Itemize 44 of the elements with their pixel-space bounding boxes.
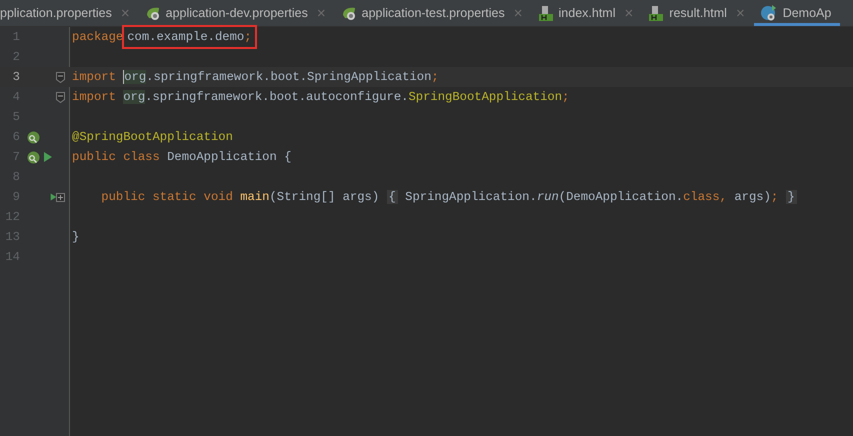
editor-tab[interactable]: application-dev.properties ×	[138, 0, 335, 26]
collapse-icon[interactable]	[56, 72, 64, 82]
leaf-icon	[144, 5, 161, 21]
expand-icon[interactable]	[56, 192, 64, 202]
bean-icon	[27, 130, 40, 144]
code-token: DemoApplication {	[167, 150, 292, 164]
html-file-icon	[648, 5, 664, 21]
code-token: ;	[431, 70, 439, 84]
code-token: ;	[562, 90, 570, 104]
code-token: SpringApplication.	[404, 190, 537, 204]
code-token: org	[123, 90, 146, 104]
leaf-icon	[340, 5, 357, 21]
spring-bean-icon	[27, 150, 40, 164]
editor-tab[interactable]: pplication.properties ×	[0, 0, 139, 26]
code-token: }	[72, 230, 80, 244]
code-token: main	[240, 190, 270, 204]
code-token: @SpringBootApplication	[72, 130, 233, 144]
code-token: (DemoApplication.	[558, 190, 684, 204]
code-token: (String[] args)	[269, 190, 380, 204]
code-token: public class	[72, 150, 161, 164]
code-token: ;	[770, 190, 780, 204]
run-icon[interactable]	[43, 151, 53, 163]
code-token: .springframework.boot.autoconfigure.	[145, 90, 408, 104]
code-token: com.example.demo;	[127, 30, 252, 44]
code-token: org	[123, 70, 146, 84]
code-token: }	[786, 190, 797, 204]
code-token: args)	[734, 190, 771, 204]
editor-tab[interactable]: application-test.properties ×	[334, 0, 532, 26]
editor-tab[interactable]: result.html ×	[642, 0, 754, 26]
code-token: public static void	[100, 190, 234, 204]
editor-tab[interactable]: index.html ×	[532, 0, 642, 26]
code-token: {	[386, 190, 398, 204]
class-icon	[760, 4, 778, 22]
code-token: run	[536, 190, 559, 204]
collapse-icon[interactable]	[56, 92, 64, 102]
run-icon[interactable]	[50, 191, 57, 203]
code-token: .springframework.boot.SpringApplication	[146, 70, 432, 84]
code-token: import	[72, 70, 117, 84]
code-token: package	[72, 30, 124, 44]
code-token: class,	[683, 190, 728, 204]
code-token: SpringBootApplication	[408, 90, 562, 104]
code-token: import	[72, 90, 117, 104]
html-file-icon	[538, 5, 554, 21]
line-number: 3	[12, 70, 20, 84]
